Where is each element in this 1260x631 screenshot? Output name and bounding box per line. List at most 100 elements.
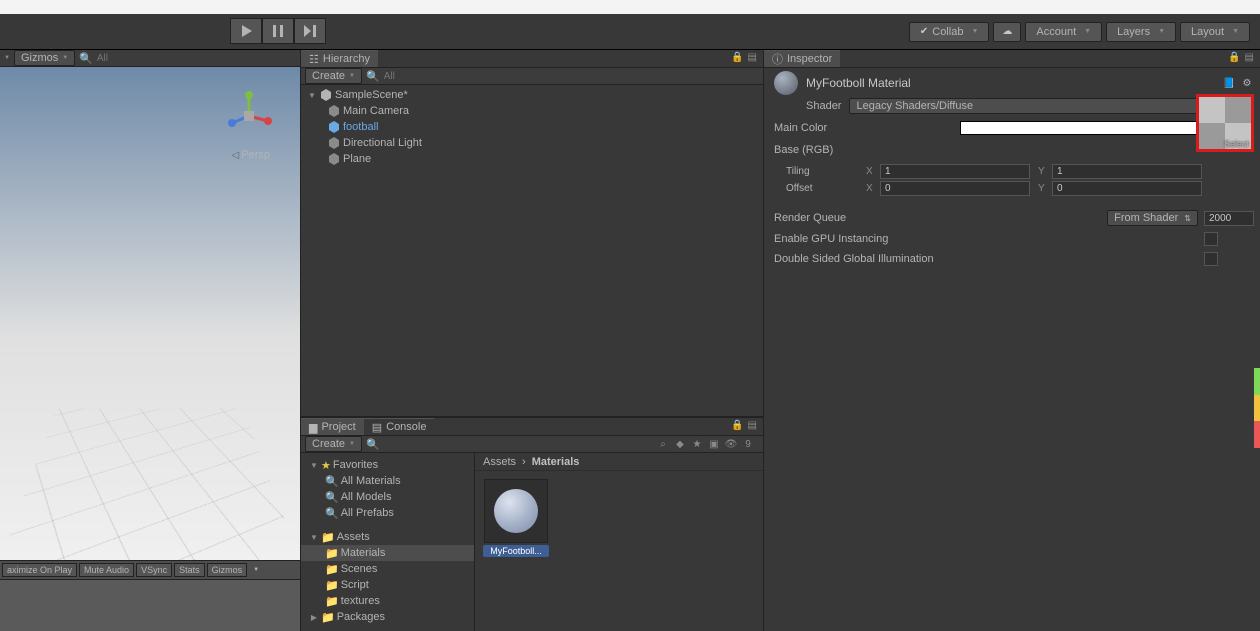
- folder-icon: 📁: [321, 611, 335, 624]
- gizmos-toggle[interactable]: Gizmos: [207, 563, 248, 577]
- layout-label: Layout: [1191, 26, 1224, 38]
- save-icon[interactable]: ▣: [707, 437, 721, 451]
- offset-y-input[interactable]: [1052, 181, 1202, 196]
- scene-search-input[interactable]: [97, 53, 296, 64]
- folder-icon: 📁: [325, 595, 339, 608]
- color-markers: [1254, 368, 1260, 448]
- hierarchy-search-input[interactable]: [384, 71, 759, 82]
- unity-icon: [319, 88, 333, 102]
- project-folder-tree[interactable]: ▼ ★ Favorites 🔍All Materials 🔍All Models…: [301, 453, 475, 631]
- collab-button[interactable]: ✔ Collab▼: [909, 22, 990, 42]
- scene-bottom-bar: aximize On Play Mute Audio VSync Stats G…: [0, 560, 300, 579]
- expand-icon[interactable]: ▶: [309, 613, 319, 622]
- x-label: X: [866, 183, 880, 194]
- tiling-x-input[interactable]: [880, 164, 1030, 179]
- lock-icon[interactable]: 🔒: [1228, 52, 1240, 63]
- account-button[interactable]: Account▼: [1025, 22, 1102, 42]
- label-icon[interactable]: ◆: [673, 437, 687, 451]
- scene-root-row[interactable]: ▼ SampleScene*: [301, 87, 763, 103]
- render-queue-dropdown[interactable]: From Shader ⇅: [1107, 210, 1198, 226]
- hierarchy-item-light[interactable]: Directional Light: [301, 135, 763, 151]
- collab-label: Collab: [932, 26, 963, 38]
- offset-x-input[interactable]: [880, 181, 1030, 196]
- hierarchy-item-plane[interactable]: Plane: [301, 151, 763, 167]
- project-search-input[interactable]: [384, 439, 652, 450]
- fav-all-models[interactable]: 🔍All Models: [301, 489, 474, 505]
- expand-icon[interactable]: ▼: [309, 533, 319, 542]
- search-icon: 🔍: [366, 438, 380, 451]
- gpu-instancing-checkbox[interactable]: [1204, 232, 1218, 246]
- inspector-tab[interactable]: ⓘ Inspector: [764, 50, 840, 67]
- layers-button[interactable]: Layers▼: [1106, 22, 1176, 42]
- hierarchy-icon: ☷: [309, 53, 319, 66]
- panel-menu-icon[interactable]: ▤: [748, 52, 757, 63]
- filter-icon[interactable]: ⌕: [656, 437, 670, 451]
- layers-label: Layers: [1117, 26, 1150, 38]
- panel-menu-icon[interactable]: ▤: [1245, 52, 1254, 63]
- folder-scenes[interactable]: 📁Scenes: [301, 561, 474, 577]
- breadcrumb-root[interactable]: Assets: [483, 456, 516, 468]
- step-button[interactable]: [294, 18, 326, 44]
- stats-toggle[interactable]: Stats: [174, 563, 205, 577]
- dsgi-checkbox[interactable]: [1204, 252, 1218, 266]
- texture-select-button[interactable]: Select: [1224, 139, 1249, 149]
- hidden-icon[interactable]: 👁: [724, 437, 738, 451]
- hierarchy-item-camera[interactable]: Main Camera: [301, 103, 763, 119]
- gear-icon[interactable]: ⚙: [1240, 76, 1254, 90]
- hierarchy-create-dropdown[interactable]: Create▼: [305, 68, 362, 84]
- render-queue-input[interactable]: [1204, 211, 1254, 226]
- lock-icon[interactable]: 🔒: [731, 420, 743, 431]
- layout-button[interactable]: Layout▼: [1180, 22, 1250, 42]
- asset-grid[interactable]: MyFootboll...: [475, 471, 763, 631]
- asset-material[interactable]: MyFootboll...: [483, 479, 549, 557]
- project-breadcrumb[interactable]: Assets › Materials: [475, 453, 763, 471]
- folder-textures[interactable]: 📁textures: [301, 593, 474, 609]
- console-tab[interactable]: ▤ Console: [364, 418, 435, 435]
- folder-script[interactable]: 📁Script: [301, 577, 474, 593]
- vsync-toggle[interactable]: VSync: [136, 563, 172, 577]
- hierarchy-tab[interactable]: ☷ Hierarchy: [301, 50, 378, 67]
- fav-all-prefabs[interactable]: 🔍All Prefabs: [301, 505, 474, 521]
- scene-footer: [0, 579, 300, 631]
- tiling-y-input[interactable]: [1052, 164, 1202, 179]
- project-create-dropdown[interactable]: Create▼: [305, 436, 362, 452]
- project-tab[interactable]: ▆ Project: [301, 418, 364, 435]
- packages-header[interactable]: ▶ 📁 Packages: [301, 609, 474, 625]
- scene-view[interactable]: ◁ Persp: [0, 67, 300, 560]
- persp-label[interactable]: ◁ Persp: [232, 149, 270, 161]
- main-toolbar: ✔ Collab▼ ☁ Account▼ Layers▼ Layout▼: [0, 14, 1260, 50]
- gameobject-icon: [327, 136, 341, 150]
- orientation-gizmo[interactable]: [224, 91, 274, 141]
- hierarchy-item-football[interactable]: football: [301, 119, 763, 135]
- folder-materials[interactable]: 📁Materials: [301, 545, 474, 561]
- pause-button[interactable]: [262, 18, 294, 44]
- fav-all-materials[interactable]: 🔍All Materials: [301, 473, 474, 489]
- x-label: X: [866, 166, 880, 177]
- shader-dropdown[interactable]: Legacy Shaders/Diffuse ▼: [849, 98, 1254, 114]
- material-preview-sphere[interactable]: [774, 71, 798, 95]
- play-button[interactable]: [230, 18, 262, 44]
- docs-icon[interactable]: 📘: [1222, 76, 1236, 90]
- gpu-instancing-label: Enable GPU Instancing: [774, 233, 888, 245]
- search-icon: 🔍: [79, 52, 93, 65]
- scene-gizmos-dropdown[interactable]: Gizmos▼: [14, 50, 75, 66]
- star-icon: ★: [321, 459, 331, 472]
- assets-header[interactable]: ▼ 📁 Assets: [301, 529, 474, 545]
- hierarchy-tree[interactable]: ▼ SampleScene* Main Camera football Dire…: [301, 85, 763, 416]
- inspector-body: MyFootboll Material 📘 ⚙ Shader Legacy Sh…: [764, 68, 1260, 631]
- type-icon[interactable]: ★: [690, 437, 704, 451]
- gameobject-icon: [327, 104, 341, 118]
- panel-menu-icon[interactable]: ▤: [748, 420, 757, 431]
- account-label: Account: [1036, 26, 1076, 38]
- cloud-button[interactable]: ☁: [993, 22, 1021, 42]
- favorites-header[interactable]: ▼ ★ Favorites: [301, 457, 474, 473]
- folder-icon: 📁: [325, 579, 339, 592]
- updown-icon: ⇅: [1184, 214, 1191, 223]
- mute-toggle[interactable]: Mute Audio: [79, 563, 134, 577]
- texture-swatch[interactable]: Select: [1196, 94, 1254, 152]
- expand-icon[interactable]: ▼: [307, 91, 317, 100]
- expand-icon[interactable]: ▼: [309, 461, 319, 470]
- material-name: MyFootboll Material: [806, 76, 1214, 90]
- lock-icon[interactable]: 🔒: [731, 52, 743, 63]
- maximize-toggle[interactable]: aximize On Play: [2, 563, 77, 577]
